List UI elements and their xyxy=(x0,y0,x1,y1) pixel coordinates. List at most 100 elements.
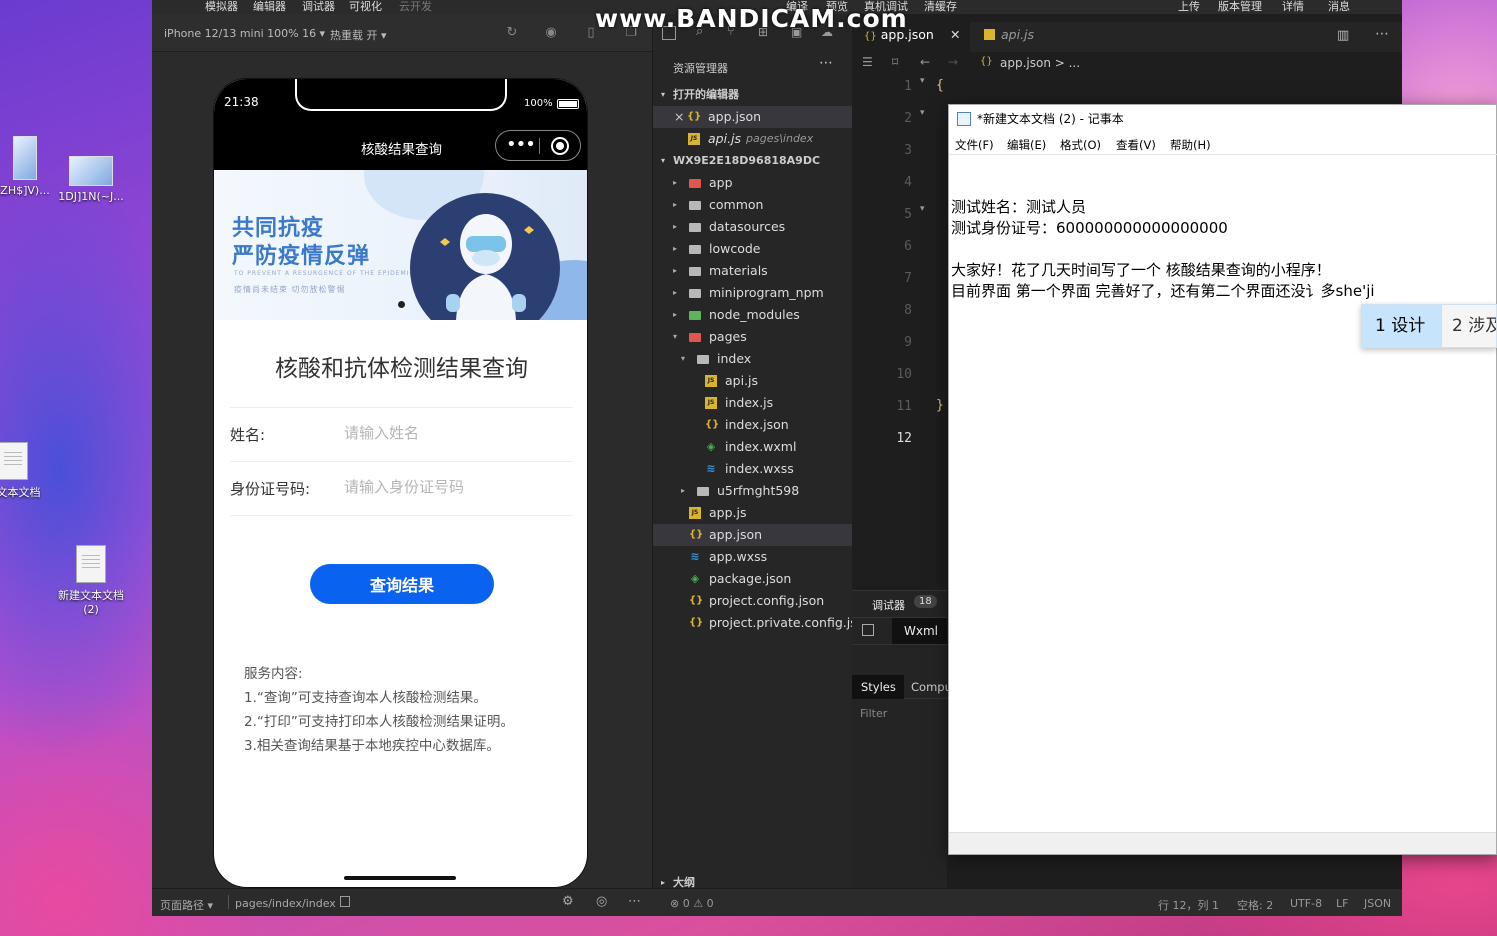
menu-capsule[interactable]: ••• xyxy=(495,130,581,161)
tree-item[interactable]: JS index.js xyxy=(653,392,853,414)
tab-api-js[interactable]: api.js xyxy=(972,22,1082,52)
device-select[interactable]: iPhone 12/13 mini 100% 16 ▾ xyxy=(164,27,325,40)
styles-tab[interactable]: Styles xyxy=(852,675,904,699)
chevron-icon[interactable]: ▾ xyxy=(673,326,677,348)
close-tab-icon[interactable]: ✕ xyxy=(950,22,960,48)
tree-item[interactable]: {} index.json xyxy=(653,414,853,436)
problems-count[interactable]: ⊗ 0 ⚠ 0 xyxy=(670,897,714,910)
computed-tab[interactable]: Compu xyxy=(911,680,952,694)
tree-item[interactable]: ▾ index xyxy=(653,348,853,370)
fold-icon[interactable]: ▾ xyxy=(920,204,925,214)
tree-item[interactable]: ▸ common xyxy=(653,194,853,216)
chevron-icon[interactable]: ▸ xyxy=(673,282,677,304)
list-icon[interactable]: ☰ xyxy=(862,55,873,69)
encoding[interactable]: UTF-8 xyxy=(1290,897,1322,910)
open-editors-header[interactable]: ▾ 打开的编辑器 xyxy=(653,84,853,106)
notepad-titlebar[interactable]: *新建文本文档 (2) - 记事本 xyxy=(949,105,1497,133)
stop-icon[interactable]: ◉ xyxy=(544,26,558,40)
fold-icon[interactable]: ▾ xyxy=(920,76,925,86)
back-icon[interactable]: ← xyxy=(920,55,930,69)
ide-menu-item[interactable]: 可视化 xyxy=(349,0,382,14)
ide-menu-item[interactable]: 编辑器 xyxy=(253,0,286,14)
chevron-icon[interactable]: ▸ xyxy=(673,260,677,282)
ide-menu-item[interactable]: 云开发 xyxy=(399,0,432,14)
id-number-input[interactable] xyxy=(344,474,564,500)
settings-icon[interactable]: ⚙ xyxy=(562,894,574,909)
ide-menu-item[interactable]: 清缓存 xyxy=(924,0,957,14)
open-editor-api-js[interactable]: JS api.js pages\index xyxy=(653,128,853,150)
cursor-position[interactable]: 行 12，列 1 xyxy=(1158,897,1219,913)
tree-item[interactable]: {} app.json xyxy=(653,524,853,546)
bookmark-icon[interactable]: ⌑ xyxy=(892,55,898,69)
tree-item[interactable]: ≋ index.wxss xyxy=(653,458,853,480)
notepad-text-area[interactable]: 测试姓名：测试人员 测试身份证号：600000000000000000 大家好！花了… xyxy=(951,197,1375,302)
tree-item[interactable]: ▾ pages xyxy=(653,326,853,348)
tree-item[interactable]: ▸ app xyxy=(653,172,853,194)
notepad-menu-item[interactable]: 查看(V) xyxy=(1116,137,1156,153)
chevron-icon[interactable]: ▸ xyxy=(673,194,677,216)
forward-icon[interactable]: → xyxy=(948,55,958,69)
notepad-menu-item[interactable]: 帮助(H) xyxy=(1170,137,1211,153)
filter-input[interactable]: Filter xyxy=(860,707,887,720)
debugger-title[interactable]: 调试器 xyxy=(872,597,905,613)
chevron-icon[interactable]: ▸ xyxy=(673,238,677,260)
more-icon[interactable]: ⋯ xyxy=(1375,26,1389,42)
open-editor-app-json[interactable]: × {} app.json xyxy=(653,106,853,128)
ide-menu-item[interactable]: 调试器 xyxy=(302,0,335,14)
name-input[interactable] xyxy=(344,420,564,446)
notepad-menu-item[interactable]: 编辑(E) xyxy=(1007,137,1046,153)
tree-item[interactable]: ▸ miniprogram_npm xyxy=(653,282,853,304)
code-brace-close[interactable]: } xyxy=(936,398,944,413)
language-mode[interactable]: JSON xyxy=(1364,897,1391,910)
desktop-icon-4[interactable]: 新建文本文档 (2) xyxy=(52,545,130,616)
tree-item[interactable]: ◈ index.wxml xyxy=(653,436,853,458)
notepad-menu-item[interactable]: 文件(F) xyxy=(955,137,994,153)
ime-candidate-1[interactable]: 1 设计 xyxy=(1362,305,1442,347)
wxml-tab[interactable]: Wxml xyxy=(892,618,947,644)
close-miniprogram-icon[interactable] xyxy=(551,137,569,155)
more-icon[interactable]: ⋯ xyxy=(819,55,833,71)
chevron-icon[interactable]: ▾ xyxy=(681,348,685,370)
tree-item[interactable]: {} project.private.config.js... xyxy=(653,612,853,634)
more-icon[interactable]: ••• xyxy=(506,136,536,154)
tree-item[interactable]: JS api.js xyxy=(653,370,853,392)
chevron-icon[interactable]: ▸ xyxy=(673,216,677,238)
ide-menu-item[interactable]: 版本管理 xyxy=(1218,0,1262,14)
hot-reload-toggle[interactable]: 热重载 开 ▾ xyxy=(330,27,387,43)
ide-menu-item[interactable]: 详情 xyxy=(1282,0,1304,14)
refresh-icon[interactable]: ↻ xyxy=(505,26,519,40)
project-header[interactable]: ▾ WX9E2E18D96818A9DC xyxy=(653,150,853,172)
banner-carousel[interactable]: 共同抗疫 严防疫情反弹 TO PREVENT A RESURGENCE OF T… xyxy=(214,170,587,320)
code-brace-open[interactable]: { xyxy=(936,78,944,93)
tree-item[interactable]: ≋ app.wxss xyxy=(653,546,853,568)
horizontal-scrollbar[interactable] xyxy=(949,832,1496,854)
ime-candidate-2[interactable]: 2 涉及 xyxy=(1442,305,1496,347)
query-result-button[interactable]: 查询结果 xyxy=(310,564,494,604)
inspect-icon[interactable] xyxy=(862,624,874,636)
tree-item[interactable]: ▸ datasources xyxy=(653,216,853,238)
notepad-menu-item[interactable]: 格式(O) xyxy=(1060,137,1101,153)
tree-item[interactable]: JS app.js xyxy=(653,502,853,524)
carousel-indicator[interactable] xyxy=(398,301,405,308)
tree-item[interactable]: {} project.config.json xyxy=(653,590,853,612)
tree-item[interactable]: ▸ node_modules xyxy=(653,304,853,326)
tree-item[interactable]: ▸ lowcode xyxy=(653,238,853,260)
indentation[interactable]: 空格: 2 xyxy=(1237,897,1273,913)
copy-icon[interactable] xyxy=(340,896,350,907)
ide-menu-item[interactable]: 模拟器 xyxy=(205,0,238,14)
line-ending[interactable]: LF xyxy=(1336,897,1348,910)
more-options-icon[interactable]: ⋯ xyxy=(628,894,641,909)
tree-item[interactable]: ▸ materials xyxy=(653,260,853,282)
eye-icon[interactable]: ◎ xyxy=(596,894,607,909)
desktop-icon-2[interactable]: 1DJ]1N(~J... xyxy=(52,156,130,203)
ide-menu-item[interactable]: 消息 xyxy=(1328,0,1350,14)
chevron-icon[interactable]: ▸ xyxy=(681,480,685,502)
close-icon[interactable]: × xyxy=(674,106,684,128)
tree-item[interactable]: ◈ package.json xyxy=(653,568,853,590)
chevron-icon[interactable]: ▸ xyxy=(673,172,677,194)
ide-menu-item[interactable]: 上传 xyxy=(1178,0,1200,14)
chevron-icon[interactable]: ▸ xyxy=(673,304,677,326)
page-path-select[interactable]: 页面路径 ▾ xyxy=(160,897,213,913)
fold-icon[interactable]: ▾ xyxy=(920,108,925,118)
desktop-icon-3[interactable]: 建文本文档 xyxy=(0,442,48,500)
